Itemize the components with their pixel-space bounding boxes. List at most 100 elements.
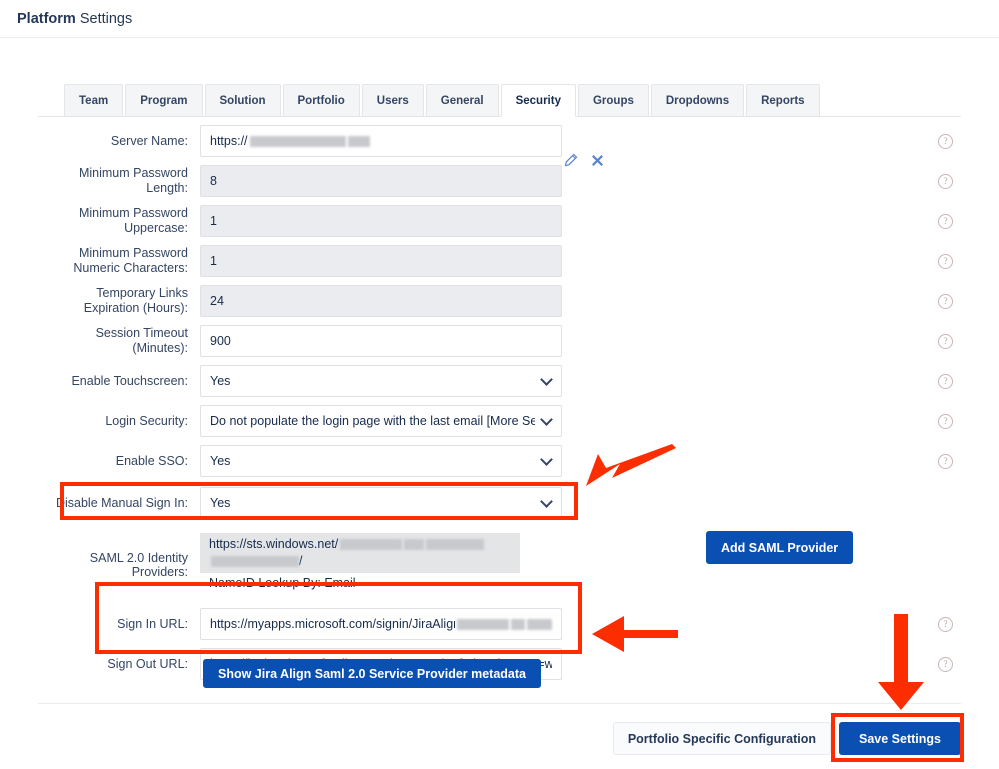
row-login-security: Login Security: Do not populate the logi… [38, 405, 961, 437]
page-title-rest: Settings [75, 10, 133, 27]
min-password-numeric-input[interactable]: 1 [200, 245, 562, 277]
tab-users[interactable]: Users [361, 84, 424, 116]
help-icon-session-timeout[interactable]: ? [938, 333, 953, 349]
help-icon-min-password-uppercase[interactable]: ? [938, 213, 953, 229]
redacted-signin-id [457, 618, 510, 630]
saml-action-icons [563, 153, 605, 173]
server-name-value: https:// [210, 134, 248, 148]
min-password-uppercase-value: 1 [210, 214, 217, 228]
login-security-select[interactable]: Do not populate the login page with the … [200, 405, 562, 437]
tab-label: Program [140, 94, 188, 107]
label-enable-sso: Enable SSO: [115, 453, 188, 468]
help-icon-temp-links-expiration[interactable]: ? [938, 293, 953, 309]
saml-provider-url: https://sts.windows.net/ / [200, 533, 520, 573]
redacted-saml-tenant-4 [211, 556, 299, 568]
label-sign-out-url: Sign Out URL: [107, 656, 188, 671]
add-saml-provider-button[interactable]: Add SAML Provider [706, 531, 854, 564]
row-enable-sso: Enable SSO: Yes ? [38, 445, 961, 477]
tab-label: Portfolio [297, 94, 345, 107]
disable-manual-signin-select[interactable]: Yes [200, 487, 562, 519]
label-disable-manual-signin: Disable Manual Sign In: [55, 495, 188, 510]
enable-touchscreen-select[interactable]: Yes [200, 365, 562, 397]
enable-touchscreen-value: Yes [210, 374, 231, 388]
row-server-name: Server Name: https:// ? [38, 125, 961, 157]
settings-tab-strip: Team Program Solution Portfolio Users General… [38, 84, 961, 117]
redacted-server-host-2 [347, 135, 370, 147]
show-saml-metadata-button[interactable]: Show Jira Align Saml 2.0 Service Provide… [203, 659, 541, 688]
tab-label: Reports [761, 94, 805, 107]
help-icon-login-security[interactable]: ? [938, 413, 953, 429]
tab-dropdowns[interactable]: Dropdowns [650, 84, 745, 116]
app-header: Platform Settings [0, 0, 999, 38]
tab-security[interactable]: Security [500, 84, 576, 117]
row-min-password-length: Minimum Password Length: 8 ? [38, 165, 961, 197]
delete-x-icon[interactable] [590, 153, 605, 173]
saml-nameid-lookup: NameID Lookup By: Email [209, 576, 356, 590]
page-title-strong: Platform [17, 10, 76, 27]
help-icon-min-password-numeric[interactable]: ? [938, 253, 953, 269]
chevron-down-icon [540, 413, 553, 426]
redacted-signin-id-3 [526, 618, 552, 630]
tab-team[interactable]: Team [64, 84, 124, 116]
row-min-password-numeric: Minimum Password Numeric Characters: 1 ? [38, 245, 961, 277]
label-temp-links-expiration: Temporary Links Expiration (Hours): [83, 286, 188, 315]
chevron-down-icon [540, 495, 553, 508]
enable-sso-value: Yes [210, 454, 231, 468]
help-icon-server-name[interactable]: ? [938, 133, 953, 149]
tab-groups[interactable]: Groups [577, 84, 649, 116]
tab-program[interactable]: Program [125, 84, 203, 116]
tab-reports[interactable]: Reports [746, 84, 820, 116]
tab-label: Dropdowns [665, 94, 730, 107]
row-sign-in-url: Sign In URL: https://myapps.microsoft.co… [38, 608, 961, 640]
redacted-saml-tenant [340, 539, 403, 551]
label-min-password-numeric: Minimum Password Numeric Characters: [73, 246, 188, 275]
tab-label: Solution [219, 94, 266, 107]
row-disable-manual-signin: Disable Manual Sign In: Yes [38, 487, 961, 519]
help-icon-enable-sso[interactable]: ? [938, 453, 953, 469]
min-password-length-input[interactable]: 8 [200, 165, 562, 197]
row-session-timeout: Session Timeout (Minutes): 900 ? [38, 325, 961, 357]
row-min-password-uppercase: Minimum Password Uppercase: 1 ? [38, 205, 961, 237]
disable-manual-signin-value: Yes [210, 496, 231, 510]
min-password-uppercase-input[interactable]: 1 [200, 205, 562, 237]
redacted-saml-tenant-3 [426, 539, 485, 551]
edit-pencil-icon[interactable] [563, 153, 578, 173]
label-saml-providers: SAML 2.0 Identity Providers: [89, 551, 188, 579]
footer-buttons: Portfolio Specific Configuration Save Se… [612, 722, 961, 755]
tab-solution[interactable]: Solution [204, 84, 281, 116]
help-icon-min-password-length[interactable]: ? [938, 173, 953, 189]
server-name-input[interactable]: https:// [200, 125, 562, 157]
sign-in-url-value: https://myapps.microsoft.com/signin/Jira… [210, 617, 456, 631]
min-password-length-value: 8 [210, 174, 217, 188]
tab-label: Users [376, 94, 409, 107]
row-enable-touchscreen: Enable Touchscreen: Yes ? [38, 365, 961, 397]
label-min-password-uppercase: Minimum Password Uppercase: [78, 206, 188, 235]
label-min-password-length: Minimum Password Length: [78, 166, 188, 195]
saml-url-prefix: https://sts.windows.net/ [209, 537, 339, 551]
save-settings-button[interactable]: Save Settings [839, 722, 961, 755]
help-icon-sign-in-url[interactable]: ? [938, 616, 953, 632]
help-icon-enable-touchscreen[interactable]: ? [938, 373, 953, 389]
label-login-security: Login Security: [105, 413, 188, 428]
help-icon-sign-out-url[interactable]: ? [938, 656, 953, 672]
tab-general[interactable]: General [425, 84, 499, 116]
label-sign-in-url: Sign In URL: [117, 616, 188, 631]
temp-links-expiration-value: 24 [210, 294, 224, 308]
redacted-server-host [249, 135, 346, 147]
saml-provider-entry: https://sts.windows.net/ / NameID Lookup … [200, 533, 562, 590]
tab-label: Security [515, 94, 561, 107]
session-timeout-value: 900 [210, 334, 231, 348]
form-footer: Portfolio Specific Configuration Save Se… [38, 703, 961, 769]
tab-portfolio[interactable]: Portfolio [282, 84, 360, 116]
session-timeout-input[interactable]: 900 [200, 325, 562, 357]
enable-sso-select[interactable]: Yes [200, 445, 562, 477]
redacted-signin-id-2 [511, 618, 525, 630]
row-temp-links-expiration: Temporary Links Expiration (Hours): 24 ? [38, 285, 961, 317]
tab-label: Groups [592, 94, 634, 107]
portfolio-specific-configuration-button[interactable]: Portfolio Specific Configuration [612, 722, 832, 755]
redacted-saml-tenant-2 [404, 539, 425, 551]
security-settings-form: Server Name: https:// ? Minimum Password… [38, 125, 961, 688]
temp-links-expiration-input[interactable]: 24 [200, 285, 562, 317]
sign-in-url-input[interactable]: https://myapps.microsoft.com/signin/Jira… [200, 608, 562, 640]
label-enable-touchscreen: Enable Touchscreen: [71, 373, 188, 388]
